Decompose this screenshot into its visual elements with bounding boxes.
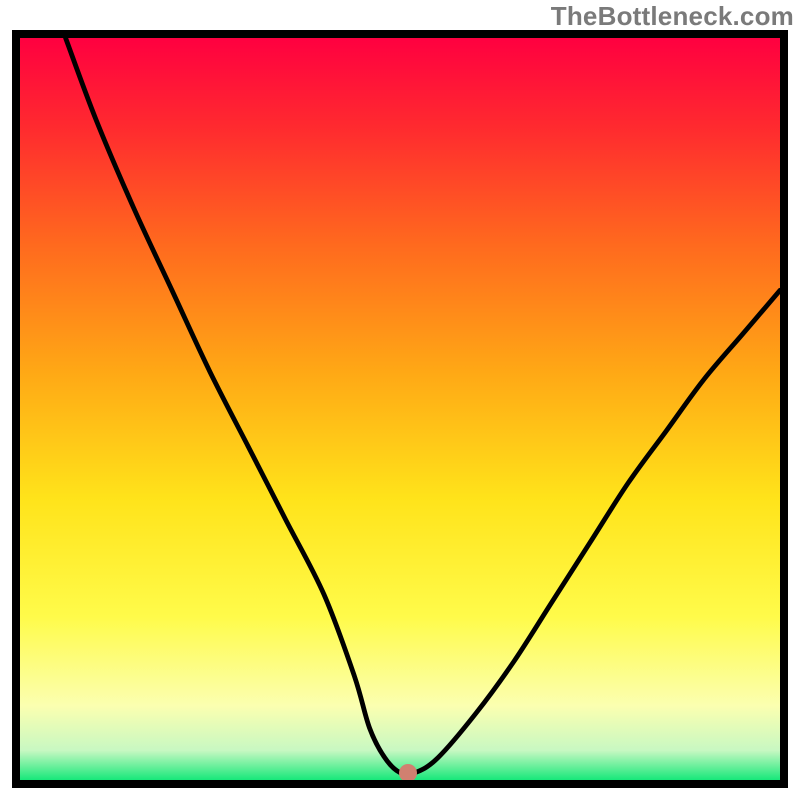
- optimum-marker: [399, 764, 417, 782]
- chart-container: [12, 30, 788, 788]
- watermark-text: TheBottleneck.com: [551, 1, 794, 32]
- bottleneck-curve: [20, 38, 780, 780]
